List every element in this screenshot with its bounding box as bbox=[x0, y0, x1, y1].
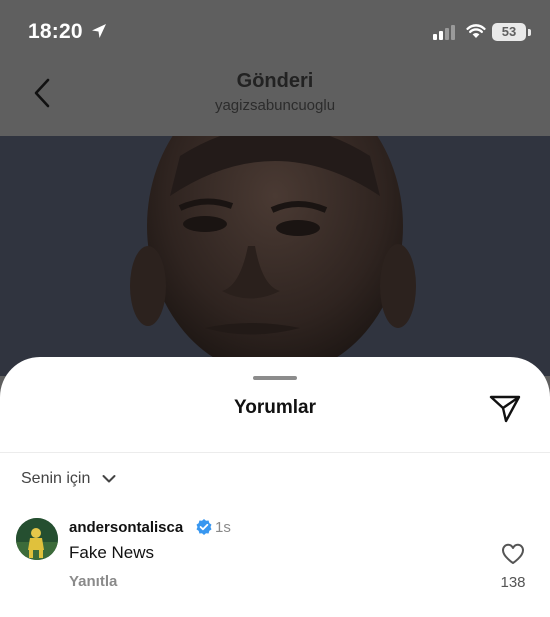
heart-icon[interactable] bbox=[501, 543, 525, 565]
paper-plane-icon[interactable] bbox=[489, 394, 521, 424]
avatar[interactable] bbox=[16, 518, 58, 560]
comment-filter-dropdown[interactable]: Senin için bbox=[21, 470, 116, 488]
avatar-photo bbox=[16, 518, 58, 560]
battery-icon: 53 bbox=[492, 23, 526, 41]
wifi-icon bbox=[466, 24, 486, 38]
signal-icon bbox=[433, 25, 455, 40]
location-arrow-icon bbox=[92, 24, 106, 38]
status-time: 18:20 bbox=[28, 20, 83, 43]
post-image[interactable] bbox=[0, 136, 550, 376]
page-subtitle[interactable]: yagizsabuncuoglu bbox=[0, 97, 550, 114]
comment-username[interactable]: andersontalisca bbox=[69, 519, 183, 536]
battery-level: 53 bbox=[501, 24, 517, 39]
comment-time: 1s bbox=[215, 519, 231, 536]
post-photo bbox=[0, 136, 550, 376]
like-count: 138 bbox=[500, 574, 526, 591]
sheet-divider bbox=[0, 452, 550, 453]
status-bar: 18:20 53 bbox=[0, 0, 550, 64]
comments-sheet: Yorumlar Senin için andersontalisca 1s F bbox=[0, 357, 550, 617]
verified-badge-icon bbox=[196, 519, 212, 535]
chevron-down-icon bbox=[102, 475, 116, 483]
post-header: Gönderi yagizsabuncuoglu bbox=[0, 64, 550, 136]
filter-label: Senin için bbox=[21, 470, 91, 487]
reply-button[interactable]: Yanıtla bbox=[69, 573, 117, 590]
page-title: Gönderi bbox=[236, 70, 314, 92]
comment-text: Fake News bbox=[69, 543, 155, 562]
drag-handle[interactable] bbox=[253, 376, 297, 380]
comments-title: Yorumlar bbox=[233, 397, 316, 418]
battery-cap bbox=[528, 29, 531, 36]
